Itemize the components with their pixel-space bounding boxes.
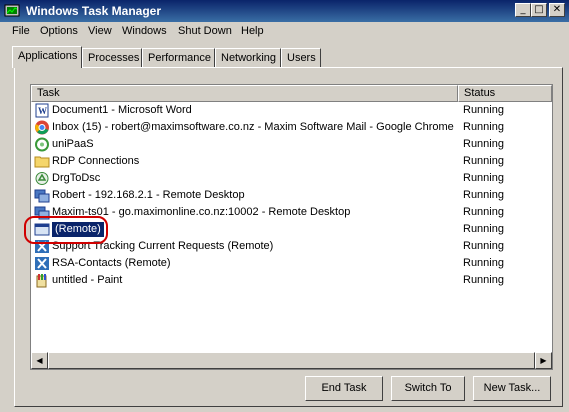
- unipaas-icon: [35, 137, 49, 152]
- scrollbar-thumb[interactable]: [48, 352, 535, 369]
- recycle-icon: [35, 172, 49, 185]
- folder-icon: [34, 156, 50, 168]
- task-name: (Remote): [52, 222, 104, 237]
- task-status: Running: [463, 223, 504, 235]
- task-name: Inbox (15) - robert@maximsoftware.co.nz …: [52, 121, 454, 133]
- table-row[interactable]: untitled - Paint Running: [31, 272, 552, 289]
- table-row[interactable]: DrgToDsc Running: [31, 170, 552, 187]
- scroll-right-button[interactable]: ▶: [535, 352, 552, 369]
- menu-windows[interactable]: Windows: [122, 25, 167, 37]
- window-title: Windows Task Manager: [26, 4, 162, 18]
- task-status: Running: [463, 274, 504, 286]
- task-list[interactable]: Task Status W Document1 - Microsoft Word…: [30, 84, 553, 370]
- task-manager-app-icon: [4, 4, 20, 17]
- task-status: Running: [463, 155, 504, 167]
- table-row[interactable]: uniPaaS Running: [31, 136, 552, 153]
- switch-to-button[interactable]: Switch To: [391, 376, 465, 401]
- task-status: Running: [463, 189, 504, 201]
- task-name: RSA-Contacts (Remote): [52, 257, 171, 269]
- tab-users[interactable]: Users: [281, 48, 321, 67]
- table-row[interactable]: Maxim-ts01 - go.maximonline.co.nz:10002 …: [31, 204, 552, 221]
- task-name: Robert - 192.168.2.1 - Remote Desktop: [52, 189, 245, 201]
- table-row[interactable]: W Document1 - Microsoft Word Running: [31, 102, 552, 119]
- new-task-button[interactable]: New Task...: [473, 376, 551, 401]
- task-name: DrgToDsc: [52, 172, 101, 184]
- menu-file[interactable]: File: [12, 25, 30, 37]
- scroll-left-button[interactable]: ◀: [31, 352, 48, 369]
- menu-view[interactable]: View: [88, 25, 112, 37]
- tab-networking[interactable]: Networking: [215, 48, 281, 67]
- task-name: uniPaaS: [52, 138, 94, 150]
- table-row[interactable]: RSA-Contacts (Remote) Running: [31, 255, 552, 272]
- menu-options[interactable]: Options: [40, 25, 78, 37]
- word-icon: W: [35, 103, 49, 118]
- table-row[interactable]: Support Tracking Current Requests (Remot…: [31, 238, 552, 255]
- close-button[interactable]: ✕: [549, 3, 565, 17]
- chrome-icon: [35, 120, 49, 135]
- title-bar[interactable]: Windows Task Manager _ □ ✕: [0, 0, 569, 22]
- maximize-button[interactable]: □: [531, 3, 547, 17]
- task-manager-window: Windows Task Manager _ □ ✕ File Options …: [0, 0, 569, 412]
- task-status: Running: [463, 104, 504, 116]
- menu-bar: File Options View Windows Shut Down Help: [0, 22, 569, 41]
- tab-processes[interactable]: Processes: [82, 48, 142, 67]
- task-name: RDP Connections: [52, 155, 140, 167]
- column-header-task[interactable]: Task: [31, 85, 458, 102]
- task-name: untitled - Paint: [52, 274, 123, 286]
- task-status: Running: [463, 206, 504, 218]
- paint-icon: [36, 274, 47, 288]
- remote-desktop-icon: [34, 206, 50, 220]
- horizontal-scrollbar[interactable]: ◀ ▶: [31, 352, 552, 369]
- end-task-button[interactable]: End Task: [305, 376, 383, 401]
- table-row[interactable]: RDP Connections Running: [31, 153, 552, 170]
- minimize-button[interactable]: _: [515, 3, 531, 17]
- task-status: Running: [463, 257, 504, 269]
- tab-applications[interactable]: Applications: [12, 46, 82, 68]
- table-row[interactable]: Robert - 192.168.2.1 - Remote Desktop Ru…: [31, 187, 552, 204]
- excel-x-icon: [35, 257, 49, 270]
- task-status: Running: [463, 240, 504, 252]
- task-name: Support Tracking Current Requests (Remot…: [52, 240, 274, 252]
- tab-performance[interactable]: Performance: [142, 48, 215, 67]
- task-name: Document1 - Microsoft Word: [52, 104, 192, 116]
- menu-shut-down[interactable]: Shut Down: [178, 25, 232, 37]
- remote-desktop-icon: [34, 189, 50, 203]
- task-status: Running: [463, 138, 504, 150]
- table-row[interactable]: Inbox (15) - robert@maximsoftware.co.nz …: [31, 119, 552, 136]
- menu-help[interactable]: Help: [241, 25, 264, 37]
- svg-text:W: W: [38, 106, 47, 116]
- column-header-status[interactable]: Status: [458, 85, 552, 102]
- window-icon: [34, 223, 50, 236]
- excel-x-icon: [35, 240, 49, 253]
- task-status: Running: [463, 172, 504, 184]
- list-header: Task Status: [31, 85, 552, 102]
- task-status: Running: [463, 121, 504, 133]
- task-name: Maxim-ts01 - go.maximonline.co.nz:10002 …: [52, 206, 351, 218]
- table-row-selected[interactable]: (Remote) Running: [31, 221, 552, 238]
